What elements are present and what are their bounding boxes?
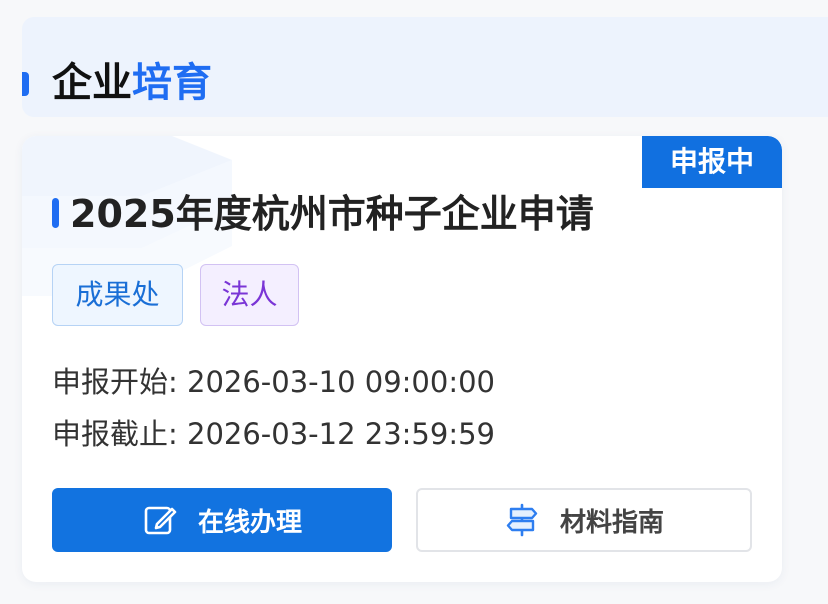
status-badge: 申报中 [642,136,782,188]
signpost-icon [504,502,540,538]
apply-online-label: 在线办理 [197,507,302,538]
program-card[interactable]: 申报中 2025年度杭州市种子企业申请 成果处 法人 申报开始: 2026-03… [22,136,782,582]
application-deadline-label: 申报截止: [52,417,178,451]
tag-applicant-type: 法人 [200,264,299,326]
material-guide-button[interactable]: 材料指南 [416,488,752,552]
tag-department: 成果处 [52,264,183,326]
card-title-accent-bar [52,198,59,228]
application-start-label: 申报开始: [52,365,178,399]
application-deadline-value: 2026-03-12 23:59:59 [187,417,495,451]
application-start-row: 申报开始: 2026-03-10 09:00:00 [52,362,495,402]
application-deadline-row: 申报截止: 2026-03-12 23:59:59 [52,414,495,454]
material-guide-label: 材料指南 [559,507,664,538]
apply-online-button[interactable]: 在线办理 [52,488,392,552]
section-title-part2: 培育 [132,60,212,106]
section-accent-bar [22,72,29,96]
section-title-part1: 企业 [52,60,132,106]
card-title[interactable]: 2025年度杭州市种子企业申请 [70,188,594,240]
application-start-value: 2026-03-10 09:00:00 [187,365,495,399]
edit-icon [142,502,178,538]
section-title: 企业培育 [52,57,212,109]
section-header: 企业培育 [22,17,828,117]
